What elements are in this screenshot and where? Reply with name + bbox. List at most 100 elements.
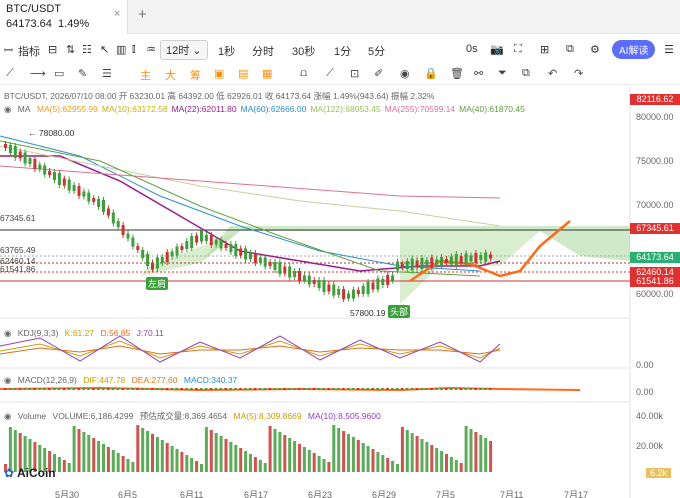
- gear-icon[interactable]: ⚙: [590, 43, 600, 56]
- measure-icon[interactable]: ⊡: [350, 67, 359, 80]
- brush-icon[interactable]: ✐: [374, 67, 383, 80]
- camera-icon[interactable]: 📷: [490, 43, 504, 56]
- timeframe-select[interactable]: 12时 ⌄: [160, 40, 208, 60]
- cursor-icon[interactable]: ↖: [100, 43, 109, 56]
- macd-bar: [160, 388, 164, 390]
- candle-body: [489, 254, 493, 259]
- layers2-icon[interactable]: ⧉: [522, 67, 530, 80]
- redo-icon[interactable]: ↷: [574, 67, 583, 80]
- new-tab-plus-icon[interactable]: +: [138, 6, 147, 23]
- calc-tool-icon[interactable]: ▦: [262, 67, 272, 80]
- alert-tool-icon[interactable]: ▤: [238, 67, 248, 80]
- text-tool-icon[interactable]: ☰: [102, 67, 112, 80]
- trash-icon[interactable]: 🗑: [450, 67, 464, 80]
- macd-bar: [102, 388, 105, 390]
- volume-bar: [268, 426, 272, 472]
- tf-1m[interactable]: 1分: [334, 43, 351, 59]
- theme-icon[interactable]: ♒: [146, 43, 156, 56]
- volume-bar: [136, 425, 140, 472]
- more-icon[interactable]: ☰: [664, 43, 674, 56]
- candle-body: [209, 235, 213, 245]
- macd-bar: [464, 388, 468, 390]
- symbol-tab[interactable]: BTC/USDT 64173.64 1.49% ×: [0, 0, 128, 34]
- candle-body: [82, 191, 86, 197]
- signal-tool-icon[interactable]: ▣: [214, 67, 224, 80]
- candle-body: [33, 159, 37, 169]
- macd-bar: [361, 388, 365, 390]
- layers-icon[interactable]: ⧉: [566, 43, 574, 56]
- volume-bar: [293, 441, 297, 472]
- main-force-tool[interactable]: 主: [140, 67, 151, 83]
- volume-bar: [102, 444, 105, 472]
- candle-body: [430, 257, 434, 268]
- macd-bar: [151, 388, 154, 390]
- adjust-icon[interactable]: ☷: [82, 43, 92, 56]
- macd-bar: [273, 388, 276, 390]
- link-icon[interactable]: ⚯: [474, 67, 483, 80]
- macd-bar: [185, 388, 188, 390]
- candle-body: [146, 254, 150, 266]
- candle-body: [317, 280, 321, 288]
- volume-bar: [430, 445, 434, 472]
- eye-icon[interactable]: ◉: [400, 67, 410, 80]
- candle-body: [484, 252, 488, 262]
- candle-body: [479, 255, 483, 260]
- candle-body: [361, 286, 365, 294]
- chart-area[interactable]: [0, 86, 680, 498]
- candle-icon[interactable]: ⫾: [132, 43, 136, 56]
- volume-bar: [351, 437, 355, 472]
- undo-icon[interactable]: ↶: [548, 67, 557, 80]
- grid-icon[interactable]: ⊞: [540, 43, 549, 56]
- volume-bar: [332, 425, 336, 472]
- macd-bar: [28, 388, 31, 390]
- line-tool-icon[interactable]: ⟋: [6, 67, 14, 80]
- filter-icon[interactable]: ⏷: [498, 67, 507, 80]
- volume-bar: [489, 441, 493, 472]
- layout-icon[interactable]: ⊟: [48, 43, 57, 56]
- candle-body: [111, 212, 115, 224]
- candle-body: [97, 199, 101, 207]
- tf-line[interactable]: 分时: [252, 43, 274, 59]
- volume-bar: [185, 455, 189, 472]
- ruler-icon[interactable]: ⟋: [326, 67, 334, 80]
- chips-tool[interactable]: 筹: [190, 67, 201, 83]
- macd-bar: [67, 388, 71, 390]
- volume-bar: [474, 432, 478, 472]
- macd-bar: [396, 388, 399, 390]
- macd-bar: [283, 388, 286, 390]
- volume-bar: [97, 441, 101, 472]
- candle-body: [4, 144, 7, 148]
- tf-5m[interactable]: 5分: [368, 43, 385, 59]
- candle-body: [160, 257, 164, 263]
- rect-tool-icon[interactable]: ▭: [54, 67, 64, 80]
- macd-bar: [97, 388, 100, 390]
- indicator-button[interactable]: 指标: [18, 43, 40, 59]
- candle-body: [386, 275, 390, 285]
- volume-bar: [381, 455, 385, 472]
- candle-body: [151, 262, 154, 270]
- macd-bar: [126, 388, 129, 390]
- big-order-tool[interactable]: 大: [165, 67, 176, 83]
- chart-type-icon[interactable]: ▥: [116, 43, 126, 56]
- volume-bar: [180, 452, 184, 472]
- countdown-label[interactable]: 0s: [466, 43, 478, 55]
- lock-icon[interactable]: 🔒: [424, 67, 438, 80]
- close-icon[interactable]: ×: [114, 8, 120, 20]
- macd-bar: [489, 388, 492, 390]
- macd-bar: [366, 388, 370, 390]
- volume-bar: [175, 449, 179, 472]
- candle-body: [180, 246, 184, 250]
- tf-30s[interactable]: 30秒: [292, 43, 315, 59]
- candle-body: [229, 244, 233, 252]
- fullscreen-icon[interactable]: ⛶: [514, 43, 522, 56]
- magnet-icon[interactable]: ⩍: [300, 67, 307, 80]
- macd-bar: [459, 388, 463, 390]
- ray-tool-icon[interactable]: ⟶: [30, 67, 46, 80]
- ai-read-button[interactable]: AI解读: [612, 40, 656, 59]
- tf-1s[interactable]: 1秒: [218, 43, 235, 59]
- indicator-icon[interactable]: ꟷ: [4, 43, 13, 58]
- macd-bar: [425, 388, 428, 390]
- pen-tool-icon[interactable]: ✎: [78, 67, 87, 80]
- volume-bar: [160, 440, 164, 472]
- compare-icon[interactable]: ⇅: [66, 43, 75, 56]
